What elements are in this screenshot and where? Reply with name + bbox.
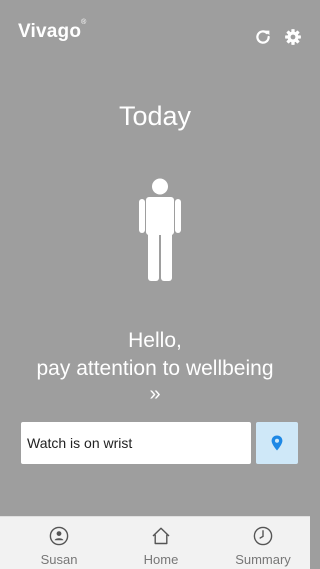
main-panel: Vivago® Today Hello, pay attention to we… [0, 0, 310, 516]
nav-label-susan: Susan [40, 552, 78, 567]
brand-registered-mark: ® [81, 19, 87, 26]
page-title: Today [118, 101, 192, 131]
home-icon [152, 527, 170, 545]
gear-icon[interactable] [284, 28, 302, 46]
nav-item-susan[interactable]: Susan [9, 517, 109, 569]
bottom-navigation: Susan Home Summary [0, 516, 310, 569]
greeting-text: Hello, pay attention to wellbeing [0, 327, 310, 383]
greeting-line-1: Hello, [128, 329, 182, 352]
greeting-line-2: pay attention to wellbeing [36, 357, 274, 380]
nav-label-summary: Summary [235, 552, 291, 567]
nav-item-summary[interactable]: Summary [213, 517, 313, 569]
more-chevron[interactable]: » [0, 383, 310, 406]
watch-status-field: Watch is on wrist [21, 422, 251, 464]
user-circle-icon [49, 526, 69, 546]
clock-icon [253, 526, 273, 546]
location-pin-icon [271, 435, 283, 451]
location-button[interactable] [256, 422, 298, 464]
brand-name: Vivago [18, 21, 82, 42]
nav-item-home[interactable]: Home [111, 517, 211, 569]
refresh-icon[interactable] [254, 28, 272, 46]
brand-logo: Vivago® [18, 19, 87, 43]
person-figure-icon [139, 178, 181, 281]
nav-label-home: Home [143, 552, 179, 567]
